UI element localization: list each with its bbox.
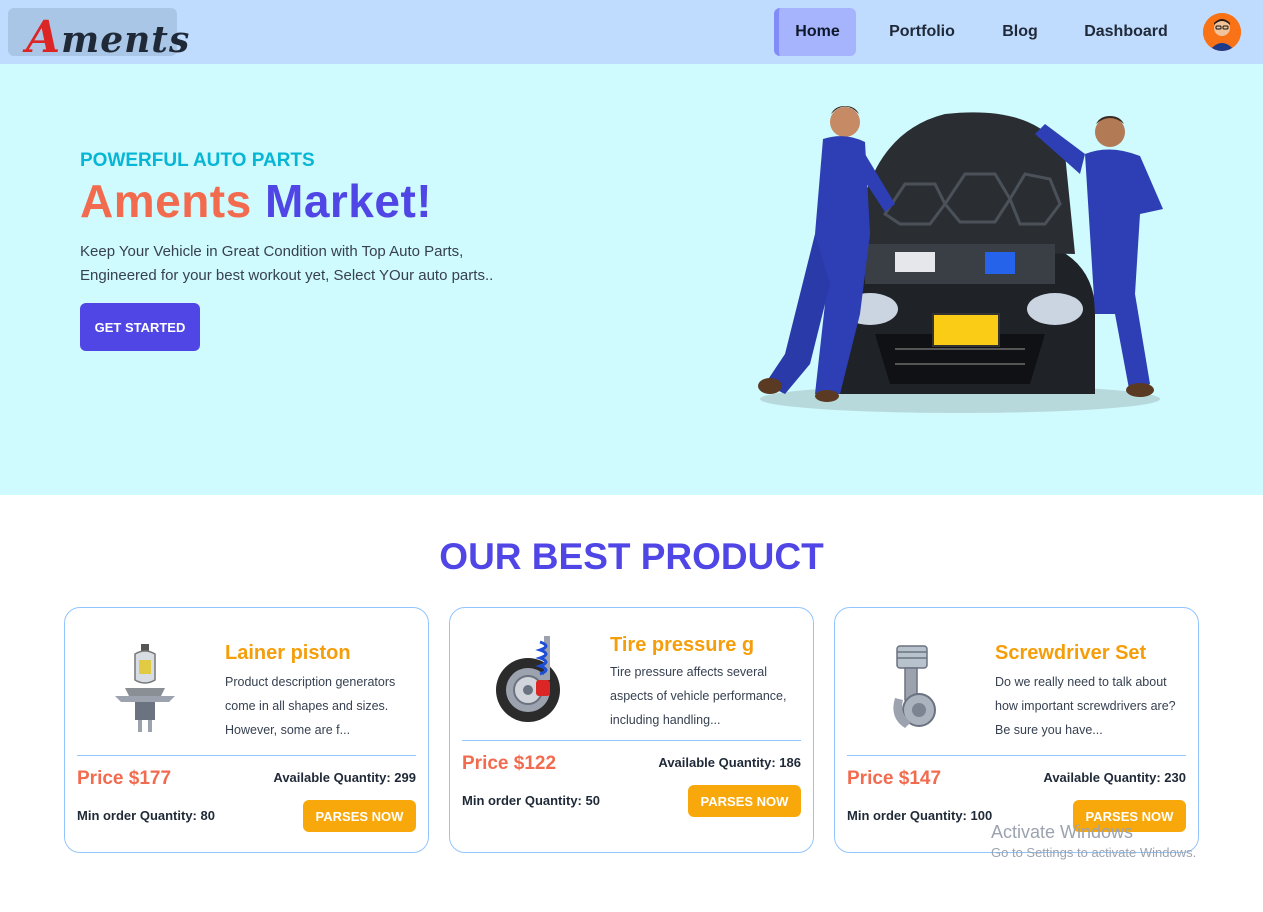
min-order-quantity: Min order Quantity: 100 (847, 808, 993, 823)
activate-windows-watermark: Activate Windows Go to Settings to activ… (991, 822, 1196, 860)
min-order-quantity: Min order Quantity: 50 (462, 793, 600, 808)
avatar-icon (1203, 13, 1241, 51)
product-name[interactable]: Lainer piston (225, 642, 351, 665)
parses-now-button[interactable]: PARSES NOW (303, 800, 416, 832)
hero-title-market: Market! (265, 175, 433, 227)
hero-title: Aments Market! (80, 174, 432, 228)
nav-item-portfolio[interactable]: Portfolio (876, 8, 968, 56)
product-description: Product description generators come in a… (225, 675, 396, 737)
product-price: Price $122 (462, 753, 557, 774)
brand-logo[interactable]: Aments (8, 8, 189, 63)
available-quantity: Available Quantity: 299 (273, 770, 416, 785)
product-name[interactable]: Screwdriver Set (995, 642, 1146, 665)
product-description: Tire pressure affects several aspects of… (610, 665, 787, 727)
brand-logo-text: Aments (26, 12, 191, 63)
nav-item-home[interactable]: Home (774, 8, 856, 56)
watermark-subtitle: Go to Settings to activate Windows. (991, 845, 1197, 860)
user-avatar[interactable] (1203, 13, 1241, 51)
available-quantity: Available Quantity: 186 (658, 755, 801, 770)
product-card-tire-pressure: Tire pressure g Tire pressure affects se… (449, 607, 814, 853)
parses-now-button[interactable]: PARSES NOW (688, 785, 801, 817)
top-navbar: Aments Home Portfolio Blog Dashboard (0, 0, 1263, 64)
min-order-quantity: Min order Quantity: 80 (77, 808, 215, 823)
hero-description-line-2: Engineered for your best workout yet, Se… (80, 267, 494, 284)
product-card-lainer-piston: Lainer piston Product description genera… (64, 607, 429, 853)
piston-icon (875, 638, 955, 738)
nav-item-dashboard[interactable]: Dashboard (1072, 8, 1180, 56)
product-card-screwdriver-set: Screwdriver Set Do we really need to tal… (834, 607, 1199, 853)
hero-description-line-1: Keep Your Vehicle in Great Condition wit… (80, 243, 464, 260)
product-price: Price $147 (847, 768, 942, 789)
watermark-title: Activate Windows (991, 822, 1134, 842)
best-product-heading: OUR BEST PRODUCT (439, 536, 824, 577)
tire-suspension-icon (490, 630, 570, 730)
card-divider (847, 755, 1186, 756)
card-divider (462, 740, 801, 741)
nav-item-blog[interactable]: Blog (990, 8, 1050, 56)
available-quantity: Available Quantity: 230 (1043, 770, 1186, 785)
product-price: Price $177 (77, 768, 172, 789)
hero-description: Keep Your Vehicle in Great Condition wit… (80, 240, 560, 288)
hero-tagline: POWERFUL AUTO PARTS (80, 150, 315, 171)
headlight-bulb-icon (105, 638, 185, 738)
hero-mechanics-car-image (745, 94, 1175, 419)
product-description: Do we really need to talk about how impo… (995, 675, 1176, 737)
hero-title-brand: Aments (80, 175, 252, 227)
get-started-button[interactable]: GET STARTED (80, 303, 200, 351)
product-name[interactable]: Tire pressure g (610, 634, 754, 657)
hero-banner: POWERFUL AUTO PARTS Aments Market! Keep … (0, 64, 1263, 495)
card-divider (77, 755, 416, 756)
